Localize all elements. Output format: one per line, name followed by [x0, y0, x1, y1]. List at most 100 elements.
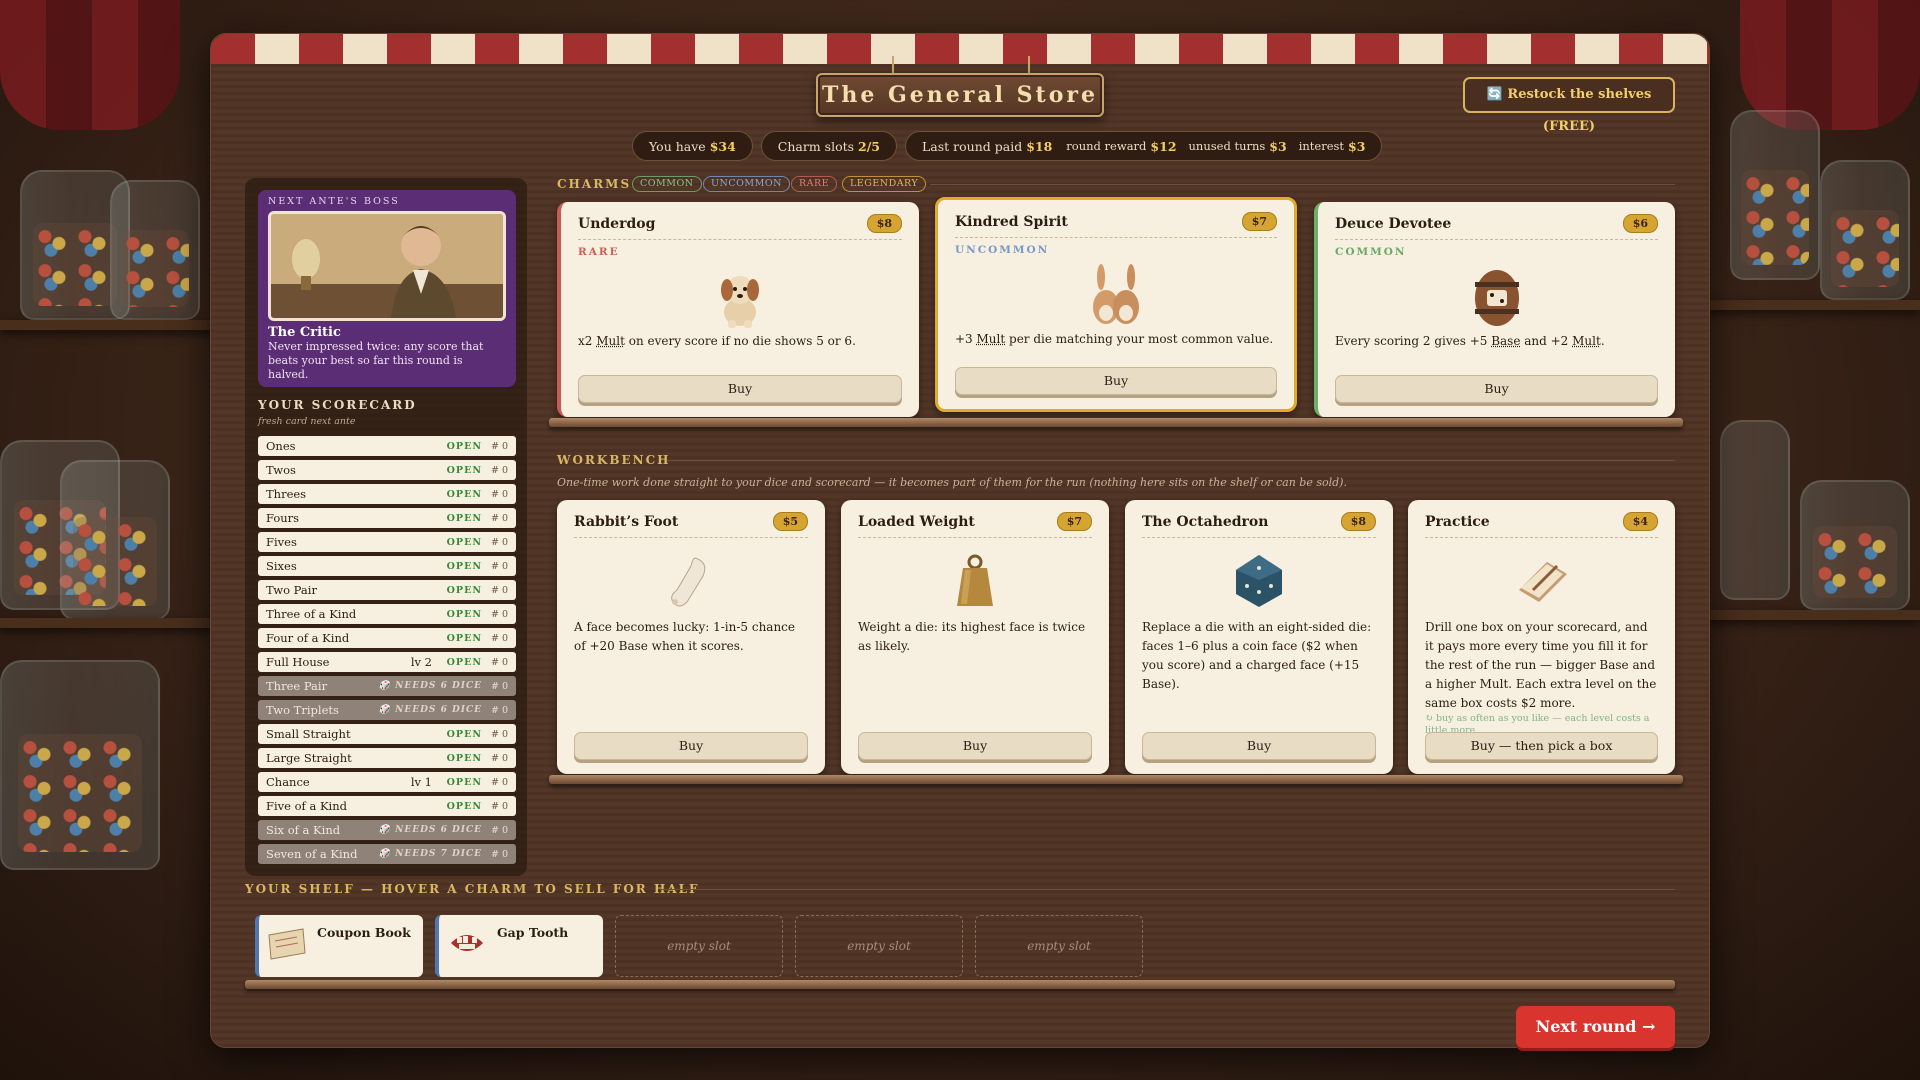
- category-count: # 0: [490, 800, 508, 812]
- empty-slot: empty slot: [975, 915, 1143, 977]
- buy-button[interactable]: Buy: [858, 732, 1092, 760]
- category-name: Small Straight: [266, 727, 351, 741]
- scorecard-row[interactable]: Chance lv 1 OPEN # 0: [258, 772, 516, 792]
- next-round-button[interactable]: Next round →: [1516, 1006, 1675, 1048]
- rabbit-foot-icon: [574, 544, 808, 618]
- category-status: OPEN: [446, 752, 482, 764]
- charm-card-kindred-spirit[interactable]: Kindred Spirit $7 UNCOMMON +3 Mult per di…: [935, 197, 1297, 412]
- category-status: OPEN: [446, 512, 482, 524]
- buy-button[interactable]: Buy: [1142, 732, 1376, 760]
- workbench-card-rabbits-foot[interactable]: Rabbit’s Foot $5 A face becomes lucky: 1-…: [557, 500, 825, 774]
- scorecard-row[interactable]: Small Straight OPEN # 0: [258, 724, 516, 744]
- category-name: Six of a Kind: [266, 823, 341, 837]
- category-name: Twos: [266, 463, 296, 477]
- buy-button[interactable]: Buy: [574, 732, 808, 760]
- boss-card[interactable]: NEXT ANTE'S BOSS The Critic Never impres…: [258, 190, 516, 387]
- buy-button[interactable]: Buy: [1335, 375, 1658, 403]
- scorecard-row[interactable]: Five of a Kind OPEN # 0: [258, 796, 516, 816]
- category-name: Full House: [266, 655, 330, 669]
- coupon-book-icon: [267, 925, 307, 967]
- scorecard-row[interactable]: Four of a Kind OPEN # 0: [258, 628, 516, 648]
- category-status: 🎲 NEEDS 6 DICE: [378, 705, 482, 715]
- wall-shelf: [0, 320, 215, 330]
- price-tag: $8: [866, 214, 902, 233]
- charm-card-deuce-devotee[interactable]: Deuce Devotee $6 COMMON Every scoring 2 g…: [1314, 202, 1675, 417]
- item-name: The Octahedron: [1142, 513, 1269, 530]
- category-count: # 0: [490, 728, 508, 740]
- workbench-card-practice[interactable]: Practice $4 Drill one box on your scoreca…: [1408, 500, 1675, 774]
- scorecard-row[interactable]: Three of a Kind OPEN # 0: [258, 604, 516, 624]
- shelf-heading: YOUR SHELF — HOVER A CHARM TO SELL FOR H…: [245, 882, 700, 896]
- restock-button[interactable]: 🔄 Restock the shelves (FREE): [1463, 77, 1675, 134]
- scorecard-row[interactable]: Full House lv 2 OPEN # 0: [258, 652, 516, 672]
- category-level: lv 2: [410, 655, 432, 669]
- charm-name: Kindred Spirit: [955, 213, 1068, 230]
- category-count: # 0: [490, 464, 508, 476]
- buy-then-pick-button[interactable]: Buy — then pick a box: [1425, 732, 1658, 760]
- category-name: Five of a Kind: [266, 799, 347, 813]
- charm-description: x2 Mult on every score if no die shows 5…: [578, 334, 856, 348]
- charm-name: Coupon Book: [317, 925, 411, 940]
- category-status: 🎲 NEEDS 6 DICE: [378, 825, 482, 835]
- scorecard-row[interactable]: Sixes OPEN # 0: [258, 556, 516, 576]
- category-count: # 0: [490, 584, 508, 596]
- category-count: # 0: [490, 632, 508, 644]
- category-count: # 0: [490, 752, 508, 764]
- tag-uncommon: UNCOMMON: [703, 176, 790, 192]
- scorecard-row[interactable]: Six of a Kind 🎲 NEEDS 6 DICE # 0: [258, 820, 516, 840]
- scorecard-row[interactable]: Threes OPEN # 0: [258, 484, 516, 504]
- category-status: OPEN: [446, 440, 482, 452]
- rarity-label: RARE: [578, 246, 620, 258]
- category-name: Fives: [266, 535, 297, 549]
- scorecard-row[interactable]: Two Triplets 🎲 NEEDS 6 DICE # 0: [258, 700, 516, 720]
- boss-name: The Critic: [268, 325, 341, 340]
- price-tag: $7: [1056, 512, 1092, 531]
- price-tag: $5: [772, 512, 808, 531]
- category-status: OPEN: [446, 464, 482, 476]
- scorecard-title: YOUR SCORECARD: [258, 398, 417, 412]
- shelf-charm-coupon-book[interactable]: Coupon Book: [255, 915, 423, 977]
- item-name: Loaded Weight: [858, 513, 975, 530]
- boss-description: Never impressed twice: any score that be…: [268, 340, 484, 381]
- scorecard-row[interactable]: Fives OPEN # 0: [258, 532, 516, 552]
- twin-rabbits-icon: [955, 262, 1277, 330]
- category-status: OPEN: [446, 584, 482, 596]
- workbench-card-octahedron[interactable]: The Octahedron $8 Replace a die with an e…: [1125, 500, 1393, 774]
- workbench-card-loaded-weight[interactable]: Loaded Weight $7 Weight a die: its highes…: [841, 500, 1109, 774]
- bottle: [1720, 420, 1790, 600]
- category-name: Two Triplets: [266, 703, 339, 717]
- candy-jar: [0, 660, 160, 870]
- weight-icon: [858, 544, 1092, 618]
- charm-card-underdog[interactable]: Underdog $8 RARE x2 Mult on every score i…: [557, 202, 919, 417]
- shelf-plank: [245, 980, 1675, 989]
- money-pill: You have $34: [632, 131, 753, 161]
- empty-slot: empty slot: [615, 915, 783, 977]
- wall-shelf: [0, 618, 215, 628]
- scorecard-row[interactable]: Two Pair OPEN # 0: [258, 580, 516, 600]
- buy-button[interactable]: Buy: [955, 367, 1277, 395]
- shelf-charm-gap-tooth[interactable]: Gap Tooth: [435, 915, 603, 977]
- scorecard-row[interactable]: Ones OPEN # 0: [258, 436, 516, 456]
- price-tag: $8: [1340, 512, 1376, 531]
- category-name: Threes: [266, 487, 307, 501]
- category-count: # 0: [490, 704, 508, 716]
- category-name: Two Pair: [266, 583, 317, 597]
- shelf-plank: [549, 418, 1683, 427]
- category-name: Three Pair: [266, 679, 328, 693]
- scorecard-row[interactable]: Seven of a Kind 🎲 NEEDS 7 DICE # 0: [258, 844, 516, 864]
- category-status: OPEN: [446, 728, 482, 740]
- buy-button[interactable]: Buy: [578, 375, 902, 403]
- scorecard-row[interactable]: Three Pair 🎲 NEEDS 6 DICE # 0: [258, 676, 516, 696]
- category-status: 🎲 NEEDS 7 DICE: [378, 849, 482, 859]
- striped-awning: [211, 34, 1709, 64]
- glass-jar: [1730, 110, 1820, 280]
- category-name: Four of a Kind: [266, 631, 350, 645]
- scorecard-row[interactable]: Fours OPEN # 0: [258, 508, 516, 528]
- wall-shelf: [1705, 300, 1920, 310]
- scorecard-row[interactable]: Twos OPEN # 0: [258, 460, 516, 480]
- scorecard-row[interactable]: Large Straight OPEN # 0: [258, 748, 516, 768]
- scorecard-list: Ones OPEN # 0 Twos OPEN # 0 Threes OPEN # 0 Fours…: [258, 436, 516, 868]
- sign-chain: [892, 56, 894, 74]
- sign-chain: [1028, 56, 1030, 74]
- category-name: Fours: [266, 511, 300, 525]
